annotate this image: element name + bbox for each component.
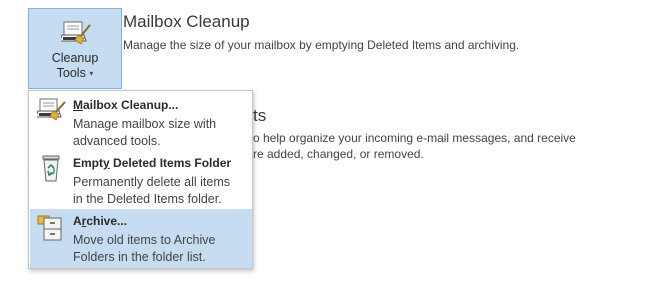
chevron-down-icon: ▾ <box>89 69 94 79</box>
rules-heading-partial: ts <box>253 106 267 125</box>
backstage-info-page: Cleanup Tools ▾ Mailbox Cleanup Manage t… <box>0 0 661 294</box>
mailbox-cleanup-heading: Mailbox Cleanup <box>123 12 250 31</box>
cleanup-tools-button[interactable]: Cleanup Tools ▾ <box>28 8 122 89</box>
menu-item-title: Archive... <box>73 214 128 228</box>
mailbox-cleanup-description: Manage the size of your mailbox by empty… <box>123 38 520 52</box>
mailbox-cleanup-icon <box>35 96 67 126</box>
recycle-bin-icon <box>37 154 67 184</box>
menu-item-description: Manage mailbox size with advanced tools. <box>73 117 217 148</box>
cleanup-broom-icon <box>59 19 93 49</box>
menu-item-title: Empty Deleted Items Folder <box>73 156 232 170</box>
cleanup-tools-menu: Mailbox Cleanup... Manage mailbox size w… <box>28 90 253 269</box>
cleanup-tools-label: Cleanup Tools ▾ <box>51 51 99 80</box>
menu-item-title: Mailbox Cleanup... <box>73 98 179 112</box>
menu-item-description: Move old items to Archive Folders in the… <box>73 233 216 264</box>
menu-item-mailbox-cleanup[interactable]: Mailbox Cleanup... Manage mailbox size w… <box>30 93 252 151</box>
menu-item-archive[interactable]: Archive... Move old items to Archive Fol… <box>30 209 252 268</box>
menu-item-description: Permanently delete all items in the Dele… <box>73 175 231 206</box>
rules-description-line2: re added, changed, or removed. <box>253 147 424 161</box>
rules-description-line1: o help organize your incoming e-mail mes… <box>253 131 576 145</box>
menu-item-empty-deleted-items[interactable]: Empty Deleted Items Folder Permanently d… <box>30 151 252 209</box>
archive-cabinet-icon <box>37 212 67 242</box>
